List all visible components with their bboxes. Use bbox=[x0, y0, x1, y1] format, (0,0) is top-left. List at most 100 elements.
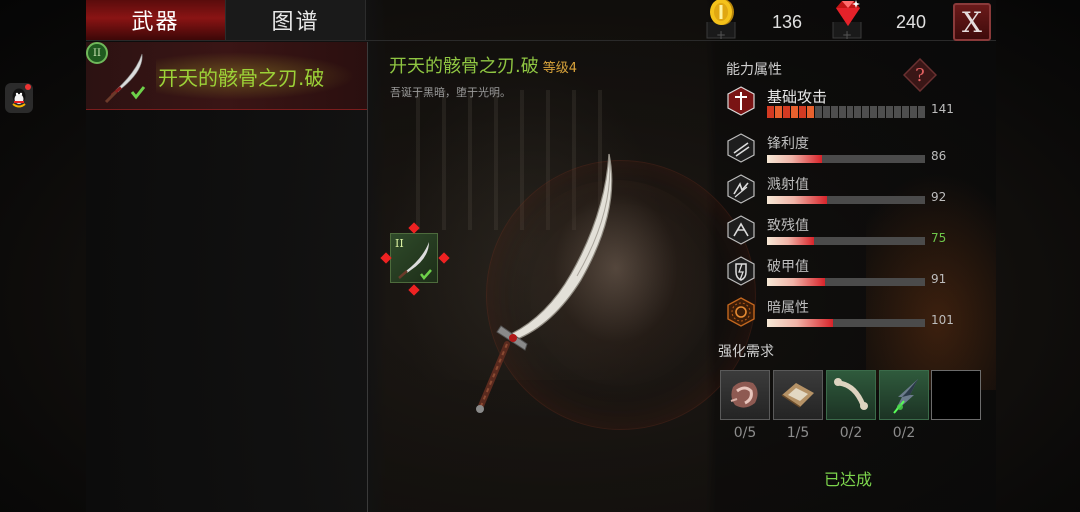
material-count: 0/2 bbox=[839, 425, 863, 441]
stat-bar-fill bbox=[767, 319, 834, 327]
stat-value: 75 bbox=[931, 231, 947, 245]
requirements-title: 强化需求 bbox=[718, 344, 774, 360]
weapon-preview-sword bbox=[476, 153, 613, 413]
bar-segment bbox=[878, 106, 886, 118]
material-slot-bone[interactable] bbox=[826, 370, 876, 420]
sharpness-icon bbox=[727, 133, 755, 163]
qq-float-icon[interactable] bbox=[5, 83, 33, 113]
stat-bar bbox=[767, 155, 925, 163]
bar-segment bbox=[798, 106, 806, 118]
stat-bar-fill bbox=[767, 196, 828, 204]
material-slot-parchment[interactable] bbox=[773, 370, 823, 420]
scimitar-icon bbox=[398, 242, 432, 280]
bar-segment bbox=[870, 106, 878, 118]
dark-crystal-material-icon bbox=[893, 379, 918, 414]
bar-segment bbox=[806, 106, 814, 118]
weapon-list-item[interactable]: II 开天的骸骨之刃.破 bbox=[86, 42, 367, 110]
stat-bar bbox=[767, 319, 925, 327]
bar-segment bbox=[774, 106, 782, 118]
svg-text:?: ? bbox=[915, 65, 925, 86]
bar-segment bbox=[902, 106, 910, 118]
equipped-check-icon bbox=[130, 86, 146, 100]
stat-armor-break: 破甲值 91 bbox=[726, 256, 976, 292]
bar-segment bbox=[838, 106, 846, 118]
material-slot-empty[interactable] bbox=[931, 370, 981, 420]
bar-segment bbox=[790, 106, 798, 118]
bar-segment bbox=[814, 106, 822, 118]
stat-sharpness: 锋利度 86 bbox=[726, 133, 976, 169]
dark-element-icon bbox=[727, 297, 755, 327]
gem-currency[interactable]: + 240 bbox=[830, 0, 940, 42]
stat-bar bbox=[767, 196, 925, 204]
tab-weapons[interactable]: 武器 bbox=[86, 0, 226, 40]
bar-segment bbox=[862, 106, 870, 118]
bar-segment bbox=[886, 106, 894, 118]
bar-segment bbox=[854, 106, 862, 118]
weapon-list-name: 开天的骸骨之刃.破 bbox=[158, 66, 325, 90]
stat-label: 破甲值 bbox=[767, 259, 809, 275]
close-button[interactable]: X bbox=[953, 3, 991, 41]
stat-value: 101 bbox=[931, 313, 954, 327]
equipped-weapon-slot[interactable]: II bbox=[390, 233, 438, 283]
weapon-list: II 开天的骸骨之刃.破 bbox=[86, 42, 368, 512]
stat-label: 锋利度 bbox=[767, 136, 809, 152]
weapon-panel: 武器 图谱 + 136 + 240 X II 开天的骸骨之刃.破 开天的骸骨之刃… bbox=[86, 0, 996, 512]
splash-icon bbox=[727, 174, 755, 204]
stat-bar-fill bbox=[767, 278, 826, 286]
armor-break-icon bbox=[727, 256, 755, 286]
weapon-description: 吾诞于黑暗，堕于光明。 bbox=[390, 86, 511, 99]
gold-amount: 136 bbox=[772, 12, 803, 32]
stat-bar-fill bbox=[767, 155, 823, 163]
tab-bar: 武器 图谱 bbox=[86, 0, 366, 40]
material-slot-flesh[interactable] bbox=[720, 370, 770, 420]
stat-value: 141 bbox=[931, 102, 954, 116]
stat-label: 基础攻击 bbox=[767, 88, 828, 106]
gold-coin-icon: + bbox=[706, 0, 736, 42]
bar-segment bbox=[782, 106, 790, 118]
bar-segment bbox=[918, 106, 926, 118]
material-slot-crystal[interactable] bbox=[879, 370, 929, 420]
stat-bar bbox=[767, 237, 925, 245]
cripple-icon bbox=[727, 215, 755, 245]
base-attack-bar bbox=[767, 106, 926, 118]
stat-bar bbox=[767, 278, 925, 286]
stat-dark-element: 暗属性 101 bbox=[726, 297, 976, 333]
gold-currency[interactable]: + 136 bbox=[704, 0, 814, 42]
stat-splash: 溅射值 92 bbox=[726, 174, 976, 210]
bar-segment bbox=[830, 106, 838, 118]
tier-badge: II bbox=[86, 42, 108, 64]
flesh-material-icon bbox=[730, 381, 758, 408]
weapon-name: 开天的骸骨之刃.破 bbox=[389, 56, 539, 77]
stat-value: 91 bbox=[931, 272, 947, 286]
red-gem-icon: + bbox=[832, 0, 862, 42]
stat-cripple: 致残值 75 bbox=[726, 215, 976, 251]
notification-dot bbox=[25, 84, 31, 90]
tab-codex[interactable]: 图谱 bbox=[226, 0, 366, 40]
parchment-material-icon bbox=[781, 383, 814, 408]
stat-value: 86 bbox=[931, 149, 947, 163]
requirement-status: 已达成 bbox=[824, 470, 873, 489]
bar-segment bbox=[846, 106, 854, 118]
bar-segment bbox=[767, 106, 774, 118]
bar-segment bbox=[910, 106, 918, 118]
material-count: 1/5 bbox=[786, 425, 810, 441]
svg-text:+: + bbox=[716, 28, 726, 42]
bar-segment bbox=[894, 106, 902, 118]
stat-bar-fill bbox=[767, 237, 815, 245]
bone-material-icon bbox=[834, 378, 868, 410]
base-attack-icon bbox=[727, 86, 755, 116]
stat-label: 暗属性 bbox=[767, 300, 809, 316]
game-screen: 武器 图谱 + 136 + 240 X II 开天的骸骨之刃.破 开天的骸骨之刃… bbox=[0, 0, 1080, 512]
bar-segment bbox=[822, 106, 830, 118]
gem-amount: 240 bbox=[896, 12, 927, 32]
stat-value: 92 bbox=[931, 190, 947, 204]
svg-text:+: + bbox=[842, 28, 852, 42]
equipped-check-icon bbox=[420, 269, 432, 280]
stats-title: 能力属性 bbox=[726, 62, 782, 78]
stat-base-attack: 基础攻击 141 bbox=[726, 86, 976, 122]
weapon-level: 等级4 bbox=[542, 61, 578, 76]
weapon-title: 开天的骸骨之刃.破 等级4 bbox=[389, 52, 577, 78]
stat-label: 溅射值 bbox=[767, 177, 809, 193]
material-count: 0/5 bbox=[733, 425, 757, 441]
material-count: 0/2 bbox=[892, 425, 916, 441]
